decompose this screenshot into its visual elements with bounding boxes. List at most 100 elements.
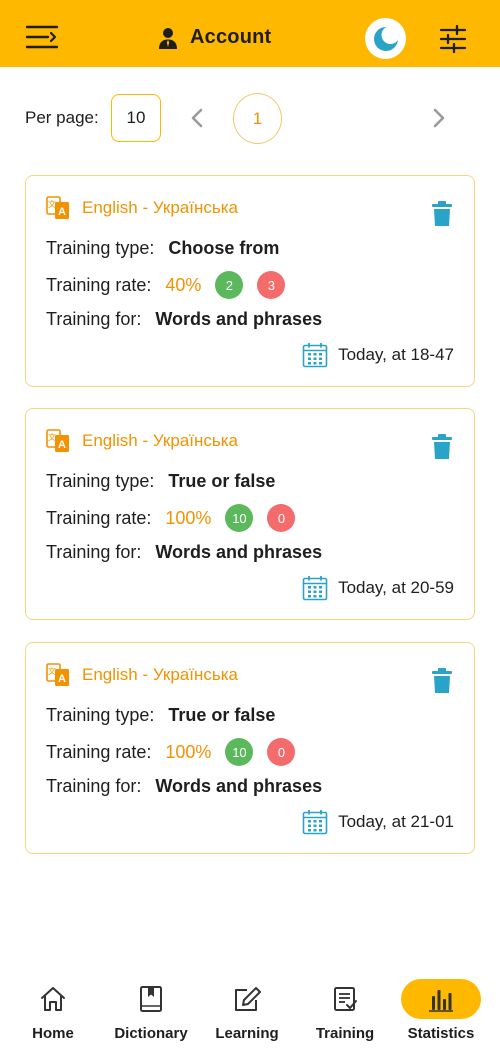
correct-count-badge: 2 <box>215 271 244 299</box>
svg-text:A: A <box>58 673 66 685</box>
training-type-label: Training type: <box>46 238 155 258</box>
chevron-left-icon <box>191 108 203 128</box>
training-rate-label: Training rate: <box>46 741 152 762</box>
training-type-row: Training type: Choose from <box>46 238 279 259</box>
page-number-current[interactable]: 1 <box>233 93 282 144</box>
calendar-icon <box>302 343 328 368</box>
calendar-icon <box>302 810 328 835</box>
pagination-bar: Per page: 10 1 <box>0 93 500 145</box>
training-rate-value: 40% <box>165 274 202 295</box>
nav-label-home: Home <box>32 1025 74 1042</box>
translate-icon: A 文 <box>46 429 69 452</box>
delete-button[interactable] <box>431 668 453 694</box>
card-language: A 文 English - Українська <box>46 663 238 687</box>
training-type-row: Training type: True or false <box>46 471 275 492</box>
home-icon <box>41 987 65 1011</box>
training-for-value: Words and phrases <box>155 542 323 562</box>
per-page-label: Per page: <box>25 108 99 127</box>
language-pair: English - Українська <box>82 198 238 217</box>
wrong-count-badge: 0 <box>267 504 296 532</box>
per-page-select[interactable]: 10 <box>111 94 161 142</box>
training-card: A 文 English - Українська Training type: … <box>25 408 475 620</box>
training-rate-row: Training rate: 40% 2 3 <box>46 271 286 299</box>
svg-text:A: A <box>58 206 66 218</box>
nav-item-home[interactable]: Home <box>13 966 93 1051</box>
nav-item-statistics[interactable]: Statistics <box>401 966 481 1051</box>
wrong-count-badge: 0 <box>267 738 296 766</box>
training-rate-value: 100% <box>165 507 212 528</box>
next-page-button[interactable] <box>428 106 450 130</box>
language-pair: English - Українська <box>82 431 238 450</box>
training-type-value: True or false <box>168 471 276 491</box>
nav-label-training: Training <box>315 1025 375 1042</box>
prev-page-button[interactable] <box>186 106 208 130</box>
edit-icon <box>235 987 261 1011</box>
training-date: Today, at 21-01 <box>302 809 454 835</box>
trash-icon <box>432 668 452 693</box>
training-rate-row: Training rate: 100% 10 0 <box>46 504 296 532</box>
translate-icon: A 文 <box>46 196 69 219</box>
training-for-label: Training for: <box>46 776 142 796</box>
training-type-row: Training type: True or false <box>46 705 275 726</box>
bottom-navigation: Home Dictionary Learning Training Statis… <box>0 966 500 1051</box>
training-type-value: Choose from <box>168 238 280 258</box>
training-type-value: True or false <box>168 705 276 725</box>
training-rate-row: Training rate: 100% 10 0 <box>46 738 296 766</box>
training-rate-label: Training rate: <box>46 274 152 295</box>
checklist-icon <box>334 987 357 1011</box>
svg-text:A: A <box>58 439 66 451</box>
card-language: A 文 English - Українська <box>46 429 238 453</box>
bar-chart-icon <box>429 990 453 1012</box>
filter-icon <box>439 24 467 54</box>
wrong-count-badge: 3 <box>257 271 286 299</box>
training-type-label: Training type: <box>46 705 155 725</box>
account-button[interactable]: Account <box>158 26 271 49</box>
trash-icon <box>432 434 452 459</box>
training-date: Today, at 20-59 <box>302 575 454 601</box>
page-title: Account <box>190 26 272 48</box>
training-rate-value: 100% <box>165 741 212 762</box>
moon-icon <box>373 25 399 51</box>
translate-icon: A 文 <box>46 663 69 686</box>
menu-icon <box>25 25 59 49</box>
nav-label-statistics: Statistics <box>407 1025 475 1042</box>
training-card: A 文 English - Українська Training type: … <box>25 175 475 387</box>
training-date-text: Today, at 18-47 <box>338 345 454 364</box>
training-type-label: Training type: <box>46 471 155 491</box>
card-language: A 文 English - Українська <box>46 196 238 220</box>
nav-item-learning[interactable]: Learning <box>207 966 287 1051</box>
delete-button[interactable] <box>431 201 453 227</box>
training-for-label: Training for: <box>46 309 142 329</box>
training-date: Today, at 18-47 <box>302 342 454 368</box>
language-pair: English - Українська <box>82 665 238 684</box>
filter-button[interactable] <box>439 24 467 54</box>
training-for-row: Training for: Words and phrases <box>46 776 322 797</box>
training-date-text: Today, at 21-01 <box>338 812 454 831</box>
delete-button[interactable] <box>431 434 453 460</box>
nav-item-dictionary[interactable]: Dictionary <box>107 966 195 1051</box>
svg-text:文: 文 <box>48 432 56 442</box>
chevron-right-icon <box>433 108 445 128</box>
training-for-value: Words and phrases <box>155 309 323 329</box>
menu-button[interactable] <box>24 22 60 52</box>
correct-count-badge: 10 <box>225 738 254 766</box>
user-icon <box>159 27 177 49</box>
nav-label-learning: Learning <box>215 1025 279 1042</box>
training-for-row: Training for: Words and phrases <box>46 309 322 330</box>
app-header: Account <box>0 0 500 67</box>
training-card: A 文 English - Українська Training type: … <box>25 642 475 854</box>
training-date-text: Today, at 20-59 <box>338 578 454 597</box>
nav-item-training[interactable]: Training <box>305 966 385 1051</box>
theme-toggle[interactable] <box>365 18 406 59</box>
trash-icon <box>432 201 452 226</box>
calendar-icon <box>302 576 328 601</box>
book-icon <box>140 986 162 1012</box>
nav-label-dictionary: Dictionary <box>114 1025 188 1042</box>
training-for-row: Training for: Words and phrases <box>46 542 322 563</box>
training-for-label: Training for: <box>46 542 142 562</box>
training-for-value: Words and phrases <box>155 776 323 796</box>
training-rate-label: Training rate: <box>46 507 152 528</box>
svg-text:文: 文 <box>48 666 56 676</box>
svg-text:文: 文 <box>48 199 56 209</box>
correct-count-badge: 10 <box>225 504 254 532</box>
